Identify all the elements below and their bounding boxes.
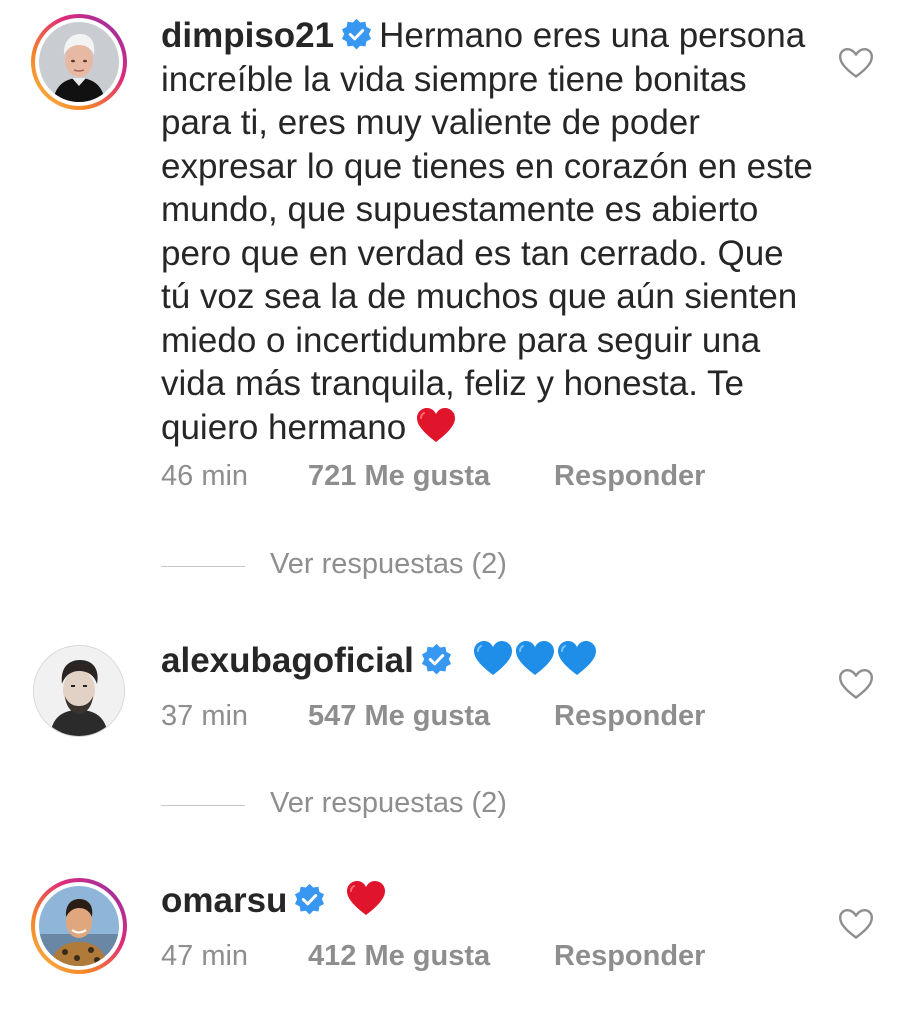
verified-badge-icon: [295, 883, 325, 915]
view-replies-button[interactable]: Ver respuestas (2): [161, 546, 661, 586]
avatar[interactable]: [33, 645, 125, 737]
profile-photo: [39, 22, 119, 102]
comment-text: Hermano eres una persona increíble la vi…: [161, 16, 813, 447]
like-heart-icon[interactable]: [838, 908, 874, 940]
view-replies-label[interactable]: Ver respuestas (2): [270, 548, 507, 581]
likes-count[interactable]: 547 Me gusta: [308, 700, 490, 733]
comment-username[interactable]: alexubagoficial: [161, 641, 414, 680]
red-heart-emoji: [416, 407, 455, 442]
blue-heart-emoji: [557, 641, 596, 675]
comment-username[interactable]: omarsu: [161, 881, 287, 920]
view-replies-label[interactable]: Ver respuestas (2): [270, 787, 507, 820]
avatar[interactable]: [31, 14, 127, 110]
comment-timestamp: 46 min: [161, 460, 249, 492]
avatar[interactable]: [31, 878, 127, 974]
comment-body: omarsu: [161, 879, 821, 923]
blue-heart-emoji: [473, 641, 512, 675]
profile-photo: [34, 646, 124, 736]
comment-timestamp: 47 min: [161, 940, 249, 972]
profile-photo: [39, 886, 119, 966]
verified-badge-icon: [342, 18, 372, 50]
red-heart-emoji: [347, 881, 386, 915]
like-heart-icon[interactable]: [838, 668, 874, 700]
replies-divider: [161, 805, 245, 806]
blue-heart-emoji: [515, 641, 554, 675]
comment-body: alexubagoficial: [161, 639, 821, 683]
comment-body: dimpiso21 Hermano eres una persona increí…: [161, 14, 821, 449]
comment-username[interactable]: dimpiso21: [161, 16, 334, 55]
replies-divider: [161, 566, 245, 567]
likes-count[interactable]: 412 Me gusta: [308, 940, 490, 973]
reply-button[interactable]: Responder: [554, 940, 705, 973]
likes-count[interactable]: 721 Me gusta: [308, 460, 490, 493]
comment-timestamp: 37 min: [161, 700, 249, 732]
verified-badge-icon: [421, 643, 451, 675]
like-heart-icon[interactable]: [838, 47, 874, 79]
reply-button[interactable]: Responder: [554, 460, 705, 493]
reply-button[interactable]: Responder: [554, 700, 705, 733]
view-replies-button[interactable]: Ver respuestas (2): [161, 785, 661, 825]
